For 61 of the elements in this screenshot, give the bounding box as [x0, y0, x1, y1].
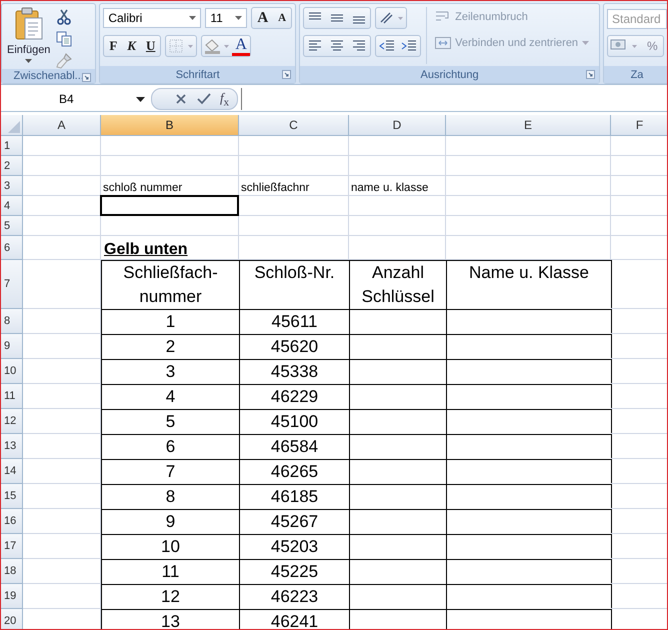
shrink-font-button[interactable]: A: [273, 8, 292, 28]
grow-font-button[interactable]: A: [252, 8, 274, 28]
column-header[interactable]: C: [239, 115, 349, 136]
grid-cell: Gelb unten: [101, 236, 239, 260]
checkmark-icon[interactable]: [196, 92, 212, 106]
row-header[interactable]: 15: [1, 484, 23, 509]
underline-button[interactable]: U: [140, 36, 160, 56]
merge-cells-icon: [435, 36, 452, 50]
copy-icon[interactable]: [56, 31, 72, 47]
caret-icon: [136, 96, 145, 102]
bold-button[interactable]: F: [104, 36, 122, 56]
row-header[interactable]: 20: [1, 609, 23, 629]
row-header[interactable]: 14: [1, 459, 23, 484]
column-header[interactable]: A: [23, 115, 101, 136]
paste-button[interactable]: Einfügen: [5, 7, 52, 69]
scissors-icon[interactable]: [56, 9, 72, 25]
group-label: Za: [630, 68, 644, 80]
row-header[interactable]: 4: [1, 196, 23, 216]
column-header[interactable]: B: [101, 115, 239, 136]
row-header[interactable]: 2: [1, 156, 23, 176]
row-header[interactable]: 11: [1, 384, 23, 409]
row-header[interactable]: 3: [1, 176, 23, 196]
group-label: Zwischenabl...: [14, 70, 84, 82]
row-header[interactable]: 1: [1, 136, 23, 156]
caret-icon: [235, 16, 242, 20]
row-header[interactable]: 8: [1, 309, 23, 334]
column-header[interactable]: D: [349, 115, 446, 136]
insert-function-button[interactable]: f$_{x}$: [220, 90, 230, 108]
column-header[interactable]: F: [611, 115, 667, 136]
table-cell: Name u. Klasse: [446, 260, 612, 310]
font-size-dropdown[interactable]: 11: [205, 8, 248, 28]
caret-icon: [189, 16, 196, 20]
column-header[interactable]: E: [446, 115, 611, 136]
caret-icon: [582, 41, 590, 45]
launcher-icon[interactable]: [282, 70, 292, 79]
group-label: Ausrichtung: [420, 68, 479, 80]
table-cell: Schließfach-nummer: [101, 260, 240, 310]
row-header[interactable]: 9: [1, 334, 23, 359]
font-name-dropdown[interactable]: Calibri: [103, 8, 202, 28]
italic-button[interactable]: K: [122, 36, 141, 56]
grid-cell: schloß nummer: [101, 176, 239, 196]
row-header[interactable]: 6: [1, 236, 23, 260]
row-header[interactable]: 16: [1, 509, 23, 534]
clipboard-icon: [14, 7, 44, 41]
row-header[interactable]: 17: [1, 534, 23, 559]
row-header[interactable]: 5: [1, 216, 23, 236]
grid-cell: name u. klasse: [349, 176, 446, 196]
row-header[interactable]: 12: [1, 409, 23, 434]
row-header[interactable]: 10: [1, 359, 23, 384]
grid-cell: schließfachnr: [239, 176, 349, 196]
name-box[interactable]: B4: [1, 92, 151, 106]
caret-icon: [25, 59, 32, 63]
cancel-icon[interactable]: [174, 92, 188, 106]
row-header[interactable]: 7: [1, 260, 23, 309]
group-label: Schriftart: [176, 68, 220, 80]
corner-triangle-icon: [8, 121, 20, 133]
row-header[interactable]: 13: [1, 434, 23, 459]
row-header[interactable]: 18: [1, 559, 23, 584]
launcher-icon[interactable]: [82, 73, 92, 82]
row-header[interactable]: 19: [1, 584, 23, 609]
launcher-icon[interactable]: [586, 70, 595, 79]
